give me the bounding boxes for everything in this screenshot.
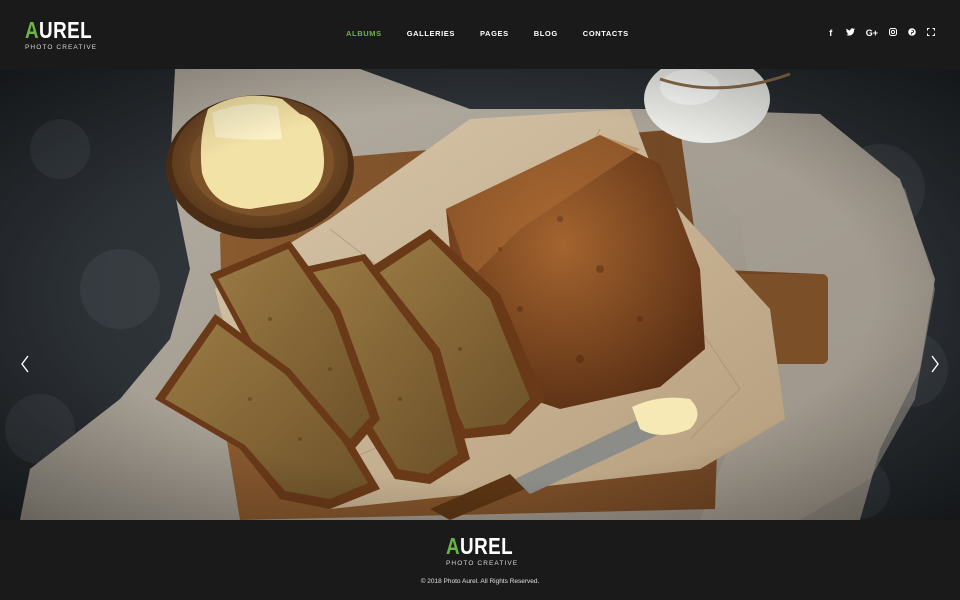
chevron-left-icon (21, 355, 29, 373)
footer-tagline: PHOTO CREATIVE (446, 560, 519, 567)
brand-logo[interactable]: AUREL PHOTO CREATIVE (25, 18, 105, 52)
site-footer: AUREL PHOTO CREATIVE (0, 520, 960, 600)
nav-item-albums[interactable]: ALBUMS (346, 29, 382, 38)
fullscreen-icon[interactable] (927, 27, 935, 39)
slider-prev-button[interactable] (18, 353, 32, 375)
footer-logo[interactable]: AUREL PHOTO CREATIVE (446, 534, 526, 568)
chevron-right-icon (931, 355, 939, 373)
instagram-icon[interactable] (889, 27, 897, 39)
hero-slider (0, 69, 960, 520)
nav-item-galleries[interactable]: GALLERIES (407, 29, 455, 38)
facebook-icon[interactable]: f (827, 27, 835, 39)
hero-photo (0, 69, 960, 520)
nav-item-blog[interactable]: BLOG (534, 29, 558, 38)
nav-item-contacts[interactable]: CONTACTS (583, 29, 629, 38)
footer-wordmark: AUREL (446, 533, 514, 559)
twitter-icon[interactable] (845, 27, 855, 39)
nav-item-pages[interactable]: PAGES (480, 29, 509, 38)
pinterest-icon[interactable] (908, 27, 916, 39)
site-header: AUREL PHOTO CREATIVE ALBUMS GALLERIES PA… (0, 0, 960, 69)
main-nav: ALBUMS GALLERIES PAGES BLOG CONTACTS (346, 29, 654, 38)
copyright-text: © 2018 Photo Aurel. All Rights Reserved. (420, 578, 540, 585)
slider-next-button[interactable] (928, 353, 942, 375)
social-links: f G+ (827, 27, 935, 39)
brand-wordmark: AUREL (25, 17, 93, 43)
google-plus-icon[interactable]: G+ (866, 27, 878, 39)
brand-tagline: PHOTO CREATIVE (25, 44, 98, 51)
